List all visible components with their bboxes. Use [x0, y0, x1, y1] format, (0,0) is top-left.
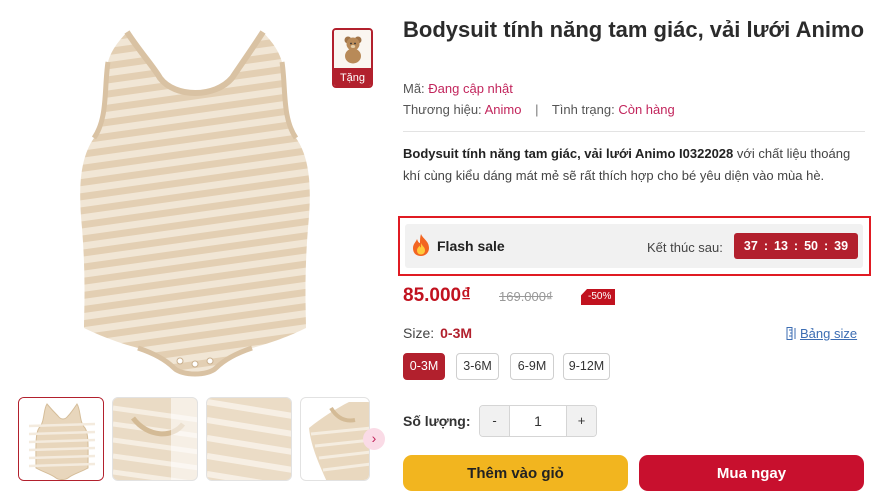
flash-sale-label: Flash sale — [437, 238, 505, 254]
gift-label: Tặng — [334, 68, 371, 86]
thumbnail-3[interactable] — [206, 397, 292, 481]
product-code-label: Mã: — [403, 81, 425, 96]
buy-now-button[interactable]: Mua ngay — [639, 455, 864, 491]
size-guide-label: Bảng size — [800, 326, 858, 341]
product-gallery: Tặng › — [0, 0, 392, 496]
size-row: Size: 0-3M — [403, 325, 472, 341]
brand-status-row: Thương hiệu: Animo | Tình trạng: Còn hàn… — [403, 102, 675, 117]
selected-size: 0-3M — [440, 325, 473, 341]
quantity-input[interactable] — [510, 406, 566, 436]
quantity-increase-button[interactable]: + — [566, 406, 596, 436]
brand-link[interactable]: Animo — [485, 102, 522, 117]
add-to-cart-button[interactable]: Thêm vào giỏ — [403, 455, 628, 491]
size-guide-link[interactable]: Bảng size — [786, 326, 857, 341]
divider — [403, 131, 865, 132]
product-code-value: Đang cập nhật — [428, 81, 513, 96]
thumbnail-strip — [18, 397, 388, 481]
meta-separator: | — [535, 102, 539, 117]
brand-label: Thương hiệu: — [403, 102, 482, 117]
countdown-hours: 13 — [774, 239, 788, 253]
countdown-seconds: 39 — [834, 239, 849, 253]
discount-badge: -50% — [581, 289, 616, 305]
description-bold: Bodysuit tính năng tam giác, vải lưới An… — [403, 146, 734, 161]
countdown-minutes: 50 — [804, 239, 818, 253]
ruler-icon — [786, 327, 796, 340]
quantity-stepper: - + — [479, 405, 597, 437]
product-code-row: Mã: Đang cập nhật — [403, 81, 513, 96]
current-price: 85.000₫ — [403, 285, 471, 306]
product-title: Bodysuit tính năng tam giác, vải lưới An… — [403, 17, 865, 42]
product-description: Bodysuit tính năng tam giác, vải lưới An… — [403, 143, 865, 186]
countdown-colon: : — [793, 239, 799, 253]
quantity-label: Số lượng: — [403, 413, 471, 429]
size-option-6-9m[interactable]: 6-9M — [510, 353, 554, 380]
status-label: Tình trạng: — [551, 102, 615, 117]
flash-sale-bar: Flash sale Kết thúc sau: 37 : 13 : 50 : … — [405, 224, 863, 268]
fire-icon — [413, 234, 429, 256]
countdown-days: 37 — [743, 239, 758, 253]
gift-badge[interactable]: Tặng — [332, 28, 373, 88]
thumbnail-4[interactable] — [300, 397, 370, 481]
size-option-0-3m[interactable]: 0-3M — [403, 353, 445, 380]
countdown-colon: : — [823, 239, 829, 253]
flash-sale-ends-label: Kết thúc sau: — [647, 240, 723, 255]
thumbnail-2[interactable] — [112, 397, 198, 481]
countdown-colon: : — [763, 239, 768, 253]
quantity-decrease-button[interactable]: - — [480, 406, 510, 436]
original-price: 169.000₫ — [499, 289, 553, 304]
countdown-timer: 37 : 13 : 50 : 39 — [734, 233, 858, 259]
chevron-right-icon[interactable]: › — [363, 428, 385, 450]
size-option-3-6m[interactable]: 3-6M — [456, 353, 499, 380]
status-value: Còn hàng — [618, 102, 675, 117]
size-label: Size: — [403, 325, 435, 341]
gift-teddy-bear-image — [334, 30, 371, 68]
thumbnail-1[interactable] — [18, 397, 104, 481]
size-option-9-12m[interactable]: 9-12M — [563, 353, 610, 380]
main-product-image[interactable] — [20, 18, 370, 388]
